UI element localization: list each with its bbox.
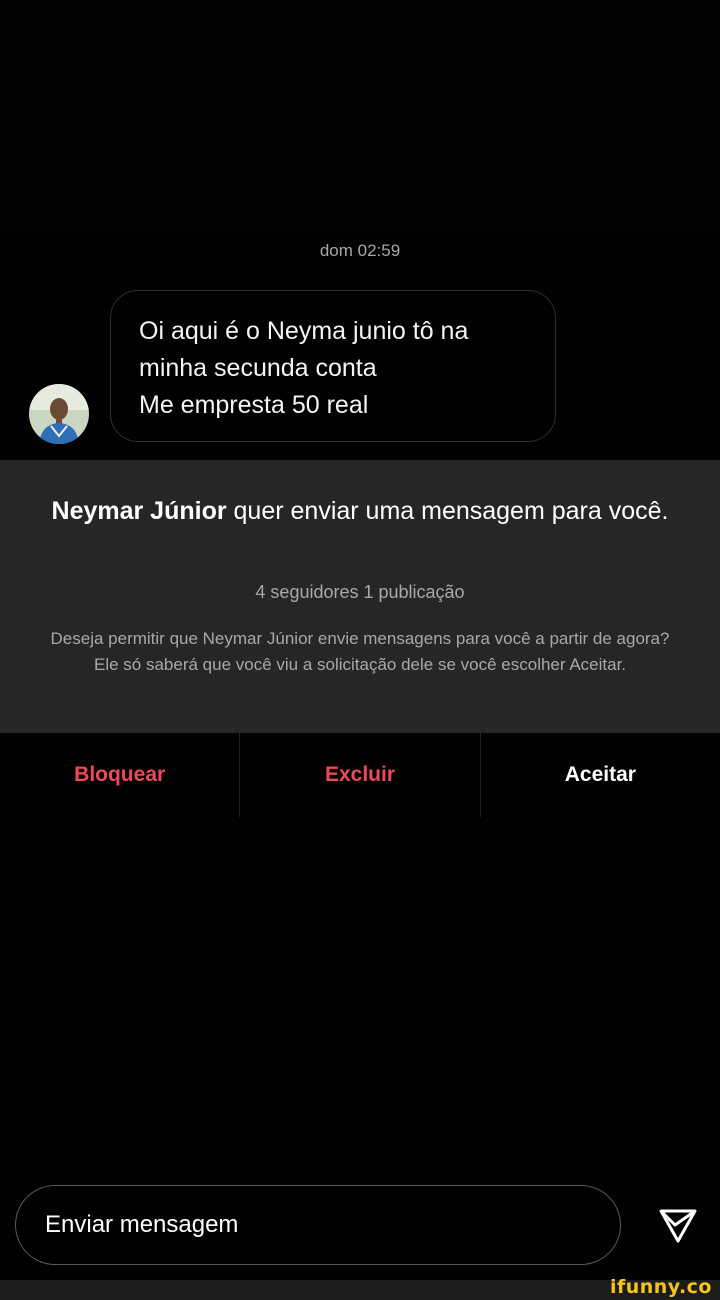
ifunny-watermark: ifunny.co (609, 1276, 712, 1298)
request-actions: Bloquear Excluir Aceitar (0, 733, 720, 817)
sender-avatar[interactable] (29, 384, 89, 444)
message-composer (15, 1185, 621, 1265)
message-timestamp: dom 02:59 (319, 241, 401, 260)
message-bubble[interactable]: Oi aqui é o Neyma junio tô na minha secu… (110, 290, 556, 442)
request-description: Deseja permitir que Neymar Júnior envie … (50, 629, 670, 674)
delete-button[interactable]: Excluir (240, 733, 479, 817)
sender-stats: 4 seguidores 1 publicação (255, 582, 465, 602)
message-request-panel: Neymar Júnior quer enviar uma mensagem p… (0, 460, 720, 733)
request-title: Neymar Júnior quer enviar uma mensagem p… (40, 494, 680, 528)
message-text: Oi aqui é o Neyma junio tô na minha secu… (139, 317, 469, 419)
request-title-text: quer enviar uma mensagem para você. (226, 497, 669, 525)
sender-name[interactable]: Neymar Júnior (52, 497, 227, 525)
block-button[interactable]: Bloquear (0, 733, 239, 817)
top-blank-area (0, 0, 720, 230)
accept-button[interactable]: Aceitar (481, 733, 720, 817)
send-paper-plane-icon[interactable] (656, 1203, 700, 1247)
message-input[interactable] (43, 1210, 587, 1240)
avatar-image (29, 384, 89, 444)
